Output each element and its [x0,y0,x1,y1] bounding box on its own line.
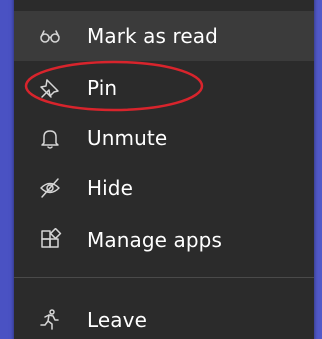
bell-icon [38,126,62,150]
context-menu: Mark as read Pin Unmute Hide Manage apps… [14,0,314,339]
menu-item-manage-apps[interactable]: Manage apps [14,215,314,265]
menu-item-unmute[interactable]: Unmute [14,113,314,163]
walk-icon [38,308,62,332]
screenshot-stage: Mark as read Pin Unmute Hide Manage apps… [0,0,322,339]
menu-item-label: Leave [87,308,147,332]
menu-item-label: Unmute [87,126,168,150]
glasses-icon [38,24,62,48]
menu-item-pin[interactable]: Pin [14,63,314,113]
menu-item-label: Pin [87,76,118,100]
menu-item-hide[interactable]: Hide [14,163,314,213]
pin-icon [38,76,62,100]
menu-item-mark-as-read[interactable]: Mark as read [14,11,314,61]
apps-icon [38,228,62,252]
menu-item-label: Mark as read [87,24,218,48]
menu-item-label: Manage apps [87,228,222,252]
menu-item-label: Hide [87,176,133,200]
menu-divider [14,277,314,278]
background-window [0,0,14,339]
menu-item-leave[interactable]: Leave [14,295,314,339]
eye-off-icon [38,176,62,200]
